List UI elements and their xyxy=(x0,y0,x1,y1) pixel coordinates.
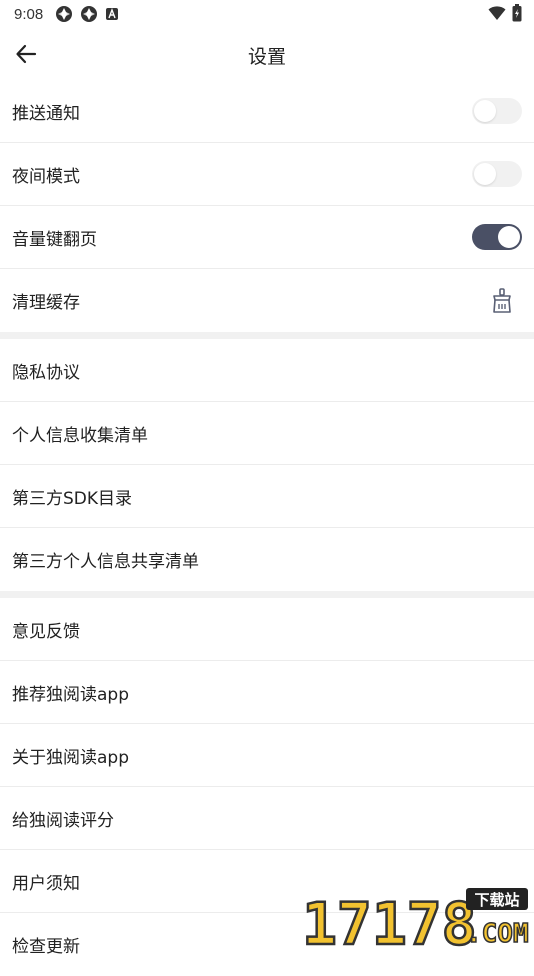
a-badge-icon xyxy=(105,7,119,21)
page-title: 设置 xyxy=(0,42,534,69)
settings-list: 推送通知 夜间模式 音量键翻页 清理缓存 隐私协议 个人信息收集清单 第三方SD… xyxy=(0,80,534,976)
setting-label: 推荐独阅读app xyxy=(12,680,129,705)
status-time: 9:08 xyxy=(14,6,43,23)
setting-label: 个人信息收集清单 xyxy=(12,421,148,446)
watermark-logo: 17178 下载站 .COM xyxy=(300,886,534,950)
setting-label: 关于独阅读app xyxy=(12,743,129,768)
setting-push-notifications[interactable]: 推送通知 xyxy=(0,80,534,143)
setting-label: 给独阅读评分 xyxy=(12,806,114,831)
setting-label: 清理缓存 xyxy=(12,288,80,313)
setting-label: 推送通知 xyxy=(12,99,80,124)
notification-icons xyxy=(55,5,119,23)
section-divider xyxy=(0,591,534,598)
watermark-number: 17178 xyxy=(302,890,477,950)
push-notifications-toggle[interactable] xyxy=(472,98,522,124)
setting-third-party-info-sharing[interactable]: 第三方个人信息共享清单 xyxy=(0,528,534,591)
volume-key-page-turn-toggle[interactable] xyxy=(472,224,522,250)
app-bar: 设置 xyxy=(0,28,534,80)
section-divider xyxy=(0,332,534,339)
system-icons xyxy=(488,4,522,22)
battery-charging-icon xyxy=(512,4,522,22)
setting-label: 第三方SDK目录 xyxy=(12,484,132,509)
setting-rate-app[interactable]: 给独阅读评分 xyxy=(0,787,534,850)
setting-night-mode[interactable]: 夜间模式 xyxy=(0,143,534,206)
watermark-badge: 下载站 xyxy=(474,891,519,909)
setting-feedback[interactable]: 意见反馈 xyxy=(0,598,534,661)
setting-third-party-sdk[interactable]: 第三方SDK目录 xyxy=(0,465,534,528)
setting-privacy-policy[interactable]: 隐私协议 xyxy=(0,339,534,402)
wifi-icon xyxy=(488,5,506,21)
setting-personal-info-collection[interactable]: 个人信息收集清单 xyxy=(0,402,534,465)
setting-label: 隐私协议 xyxy=(12,358,80,383)
setting-recommend-app[interactable]: 推荐独阅读app xyxy=(0,661,534,724)
watermark-suffix: .COM xyxy=(466,919,529,949)
setting-label: 用户须知 xyxy=(12,869,80,894)
setting-clear-cache[interactable]: 清理缓存 xyxy=(0,269,534,332)
setting-label: 夜间模式 xyxy=(12,162,80,187)
status-bar: 9:08 xyxy=(0,0,534,28)
setting-label: 第三方个人信息共享清单 xyxy=(12,547,199,572)
night-mode-toggle[interactable] xyxy=(472,161,522,187)
app-notification-icon xyxy=(80,5,98,23)
setting-label: 音量键翻页 xyxy=(12,225,97,250)
setting-volume-key-page-turn[interactable]: 音量键翻页 xyxy=(0,206,534,269)
broom-clean-icon[interactable] xyxy=(490,288,514,314)
setting-about-app[interactable]: 关于独阅读app xyxy=(0,724,534,787)
app-notification-icon xyxy=(55,5,73,23)
setting-label: 检查更新 xyxy=(12,932,80,957)
setting-label: 意见反馈 xyxy=(12,617,80,642)
